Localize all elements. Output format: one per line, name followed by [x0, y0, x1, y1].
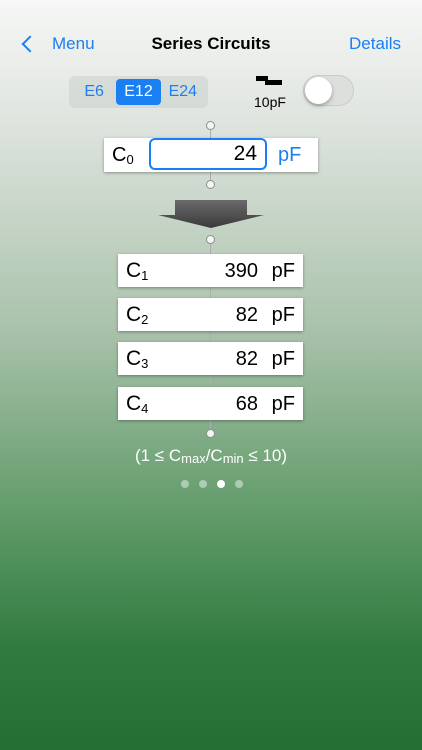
segment-e6[interactable]: E6 — [72, 79, 116, 105]
input-capacitance-row: C0 24 pF — [104, 138, 318, 172]
input-symbol: C0 — [112, 144, 134, 167]
toggle-knob — [305, 77, 332, 104]
segment-e12[interactable]: E12 — [116, 79, 161, 105]
result-value: 390 — [224, 260, 258, 282]
series-segmented-control: E6 E12 E24 — [69, 76, 208, 108]
result-value: 82 — [235, 348, 258, 370]
result-symbol: C1 — [126, 259, 149, 283]
page-dot — [181, 480, 189, 488]
page-dot-active — [217, 480, 225, 488]
result-row-c4: C4 68 pF — [118, 387, 303, 420]
page-indicator[interactable] — [181, 480, 243, 488]
arrow-down-icon — [158, 200, 264, 228]
terminal-node — [206, 121, 215, 130]
capacitor-icon — [256, 76, 282, 90]
result-unit: pF — [271, 348, 295, 370]
result-symbol: C3 — [126, 347, 149, 371]
result-unit: pF — [271, 304, 295, 326]
result-row-c3: C3 82 pF — [118, 342, 303, 375]
page-dot — [199, 480, 207, 488]
result-row-c1: C1 390 pF — [118, 254, 303, 287]
terminal-node — [206, 429, 215, 438]
details-button[interactable]: Details — [349, 34, 401, 54]
segment-e24[interactable]: E24 — [161, 79, 205, 105]
stray-capacitance-label: 10pF — [254, 94, 286, 110]
page-dot — [235, 480, 243, 488]
stray-capacitance-toggle[interactable] — [303, 75, 354, 106]
ratio-constraint: (1 ≤ Cmax/Cmin ≤ 10) — [134, 446, 288, 466]
capacitance-input[interactable]: 24 — [149, 138, 267, 170]
result-symbol: C4 — [126, 392, 149, 416]
result-value: 82 — [235, 304, 258, 326]
result-symbol: C2 — [126, 303, 149, 327]
terminal-node — [206, 235, 215, 244]
terminal-node — [206, 180, 215, 189]
result-unit: pF — [271, 393, 295, 415]
unit-selector[interactable]: pF — [278, 144, 301, 167]
result-row-c2: C2 82 pF — [118, 298, 303, 331]
result-unit: pF — [271, 260, 295, 282]
result-value: 68 — [235, 393, 258, 415]
navigation-bar: Menu Series Circuits Details — [0, 0, 422, 86]
